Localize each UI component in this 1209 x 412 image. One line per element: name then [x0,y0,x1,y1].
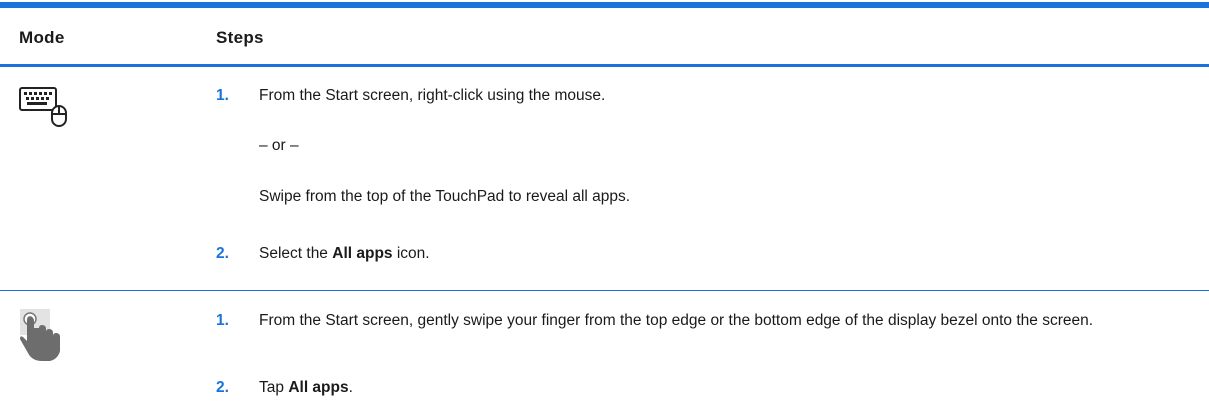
step-number: 1. [216,87,229,104]
row-divider [0,290,1209,291]
step-text-part: . [348,379,353,396]
ui-term: All apps [332,245,393,262]
touch-gesture-icon [20,309,60,361]
step-text: Swipe from the top of the TouchPad to re… [259,188,631,205]
step-text: Select the All apps icon. [259,243,1169,265]
step-text-part: Tap [259,379,289,396]
step-number: 2. [216,379,229,396]
header-mode: Mode [19,28,65,47]
step-text-part: icon. [392,245,430,262]
step-text: From the Start screen, gently swipe your… [259,312,1094,329]
alternative-separator: – or – [259,137,299,154]
table-header: Mode Steps [0,8,1209,64]
step-number: 1. [216,312,229,329]
header-rule [0,64,1209,67]
step-text: From the Start screen, right-click using… [259,87,606,104]
header-steps: Steps [216,28,264,47]
keyboard-mouse-icon [19,87,67,127]
step-text-part: Select the [259,245,333,262]
ui-term: All apps [288,379,349,396]
step-number: 2. [216,245,229,262]
step-text: Tap All apps. [259,377,1169,399]
